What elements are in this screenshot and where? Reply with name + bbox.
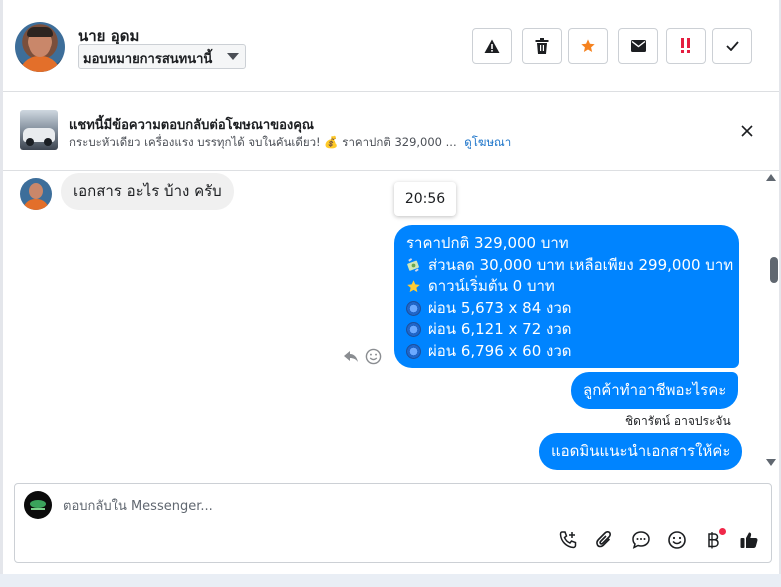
outgoing-message-bubble[interactable]: ลูกค้าทำอาชีพอะไรคะ [571, 372, 739, 409]
chevron-down-icon [227, 53, 239, 60]
discount-line: ส่วนลด 30,000 บาท เหลือเพียง 299,000 บาท [406, 255, 733, 277]
close-icon [741, 125, 753, 137]
star-button[interactable] [568, 28, 608, 64]
sender-name-label: ชิดารัตน์ อาจประจัน [625, 414, 731, 428]
blue-circle-icon [406, 300, 421, 316]
page-avatar [24, 491, 52, 519]
emoji-button[interactable] [665, 528, 689, 552]
inbox-conversation-panel: นาย อุดม มอบหมายการสนทนานี้ แชทนี้มีข้อค… [0, 0, 781, 587]
checkmark-icon [725, 41, 739, 51]
follow-up-button[interactable] [666, 28, 706, 64]
bottom-strip [0, 574, 781, 587]
assign-conversation-dropdown[interactable]: มอบหมายการสนทนานี้ [78, 44, 246, 69]
mark-done-button[interactable] [712, 28, 752, 64]
delete-button[interactable] [522, 28, 562, 64]
call-button[interactable] [556, 528, 580, 552]
installment-line-text: ผ่อน 6,796 x 60 งวด [428, 341, 572, 360]
installment-line: ผ่อน 6,796 x 60 งวด [406, 341, 727, 363]
price-line-text: ราคาปกติ 329,000 บาท [406, 234, 569, 252]
baht-icon [708, 532, 719, 549]
money-with-wings-icon [407, 257, 419, 272]
incoming-message-bubble[interactable]: เอกสาร อะไร บ้าง ครับ [61, 173, 234, 210]
reply-composer [14, 483, 772, 563]
reply-icon[interactable] [343, 348, 359, 364]
thumbs-up-icon [740, 532, 758, 548]
saved-replies-button[interactable] [629, 528, 653, 552]
message-timestamp-tooltip: 20:56 [394, 182, 456, 216]
ad-description-text: กระบะหัวเดียว เครื่องแรง บรรทุกได้ จบในค… [69, 135, 457, 149]
scrollbar-thumb[interactable] [770, 257, 778, 283]
paperclip-icon [596, 531, 611, 548]
scroll-down-arrow-icon[interactable] [766, 459, 776, 466]
trash-icon [535, 38, 549, 54]
smiley-react-icon[interactable] [365, 348, 382, 365]
installment-line: ผ่อน 5,673 x 84 งวด [406, 298, 727, 320]
ad-banner-description: กระบะหัวเดียว เครื่องแรง บรรทุกได้ จบในค… [69, 134, 511, 152]
star-icon [407, 280, 420, 293]
outgoing-price-message-bubble[interactable]: ราคาปกติ 329,000 บาท ส่วนลด 30,000 บาท เ… [394, 225, 739, 368]
notification-dot [719, 528, 726, 535]
down-payment-line-text: ดาวน์เริ่มต้น 0 บาท [428, 277, 555, 295]
installment-line-text: ผ่อน 5,673 x 84 งวด [428, 298, 572, 317]
ad-reply-banner: แชทนี้มีข้อความตอบกลับต่อโฆษณาของคุณ กระ… [3, 92, 779, 171]
scroll-up-arrow-icon[interactable] [766, 174, 776, 181]
installment-line-text: ผ่อน 6,121 x 72 งวด [428, 320, 572, 338]
mark-unread-button[interactable] [618, 28, 658, 64]
ad-thumbnail[interactable] [20, 110, 58, 150]
attach-file-button[interactable] [593, 528, 617, 552]
close-banner-button[interactable] [736, 120, 758, 142]
installment-line: ผ่อน 6,121 x 72 งวด [406, 319, 727, 341]
contact-message-avatar[interactable] [20, 178, 52, 210]
star-icon [581, 39, 595, 52]
report-spam-button[interactable] [472, 28, 512, 64]
conversation-header: นาย อุดม มอบหมายการสนทนานี้ [3, 0, 779, 92]
view-ad-link[interactable]: ดูโฆษณา [464, 135, 511, 149]
discount-line-text: ส่วนลด 30,000 บาท เหลือเพียง 299,000 บาท [428, 255, 734, 274]
outgoing-message-bubble[interactable]: แอดมินแนะนำเอกสารให้ค่ะ [539, 433, 743, 470]
blue-circle-icon [406, 343, 421, 359]
price-line: ราคาปกติ 329,000 บาท [406, 233, 727, 255]
blue-circle-icon [406, 322, 421, 338]
contact-avatar[interactable] [15, 22, 65, 72]
double-exclamation-icon [681, 38, 690, 53]
warning-icon [484, 39, 500, 53]
assign-dropdown-value: มอบหมายการสนทนานี้ [83, 52, 213, 67]
phone-plus-icon [559, 531, 577, 549]
ad-banner-title: แชทนี้มีข้อความตอบกลับต่อโฆษณาของคุณ [69, 118, 314, 133]
reply-input[interactable] [63, 496, 743, 516]
down-payment-line: ดาวน์เริ่มต้น 0 บาท [406, 276, 727, 298]
send-like-button[interactable] [737, 528, 761, 552]
smiley-icon [668, 531, 686, 549]
envelope-icon [630, 40, 646, 52]
chat-bubble-icon [632, 531, 650, 549]
